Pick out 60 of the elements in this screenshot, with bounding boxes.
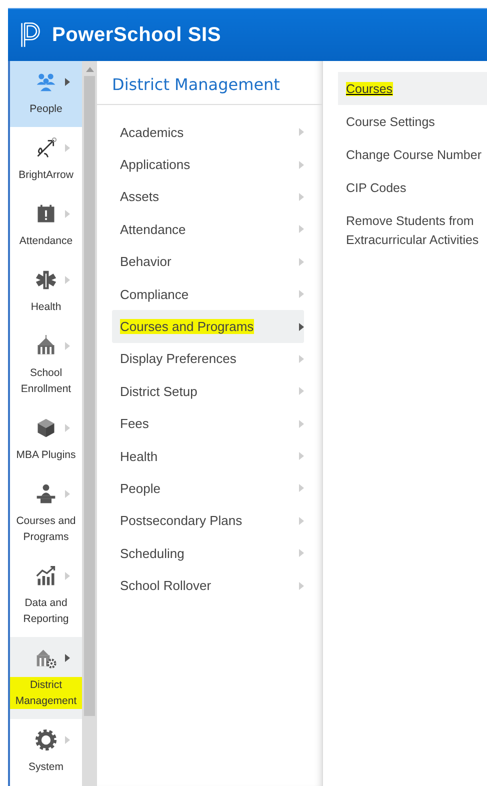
people-icon [34, 71, 56, 93]
scroll-thumb[interactable] [84, 76, 95, 716]
caret-icon [64, 342, 70, 350]
arrow-sketch-icon [34, 137, 56, 159]
caret-icon [299, 322, 304, 331]
menu-item[interactable]: Scheduling [112, 537, 304, 570]
menu-item[interactable]: Compliance [112, 278, 304, 310]
caret-icon [64, 572, 70, 580]
scrollbar[interactable] [82, 61, 97, 786]
nav-item[interactable]: District Management [10, 637, 82, 719]
menu-item[interactable]: Attendance [112, 213, 304, 246]
menu-item[interactable]: Academics [112, 116, 304, 148]
menu-item[interactable]: Courses and Programs [112, 310, 304, 343]
menu-item[interactable]: Postsecondary Plans [112, 504, 304, 538]
caret-icon [64, 210, 70, 218]
menu-item[interactable]: Assets [112, 180, 304, 214]
caret-icon [299, 549, 304, 558]
caret-icon [64, 144, 70, 152]
settings-icon [34, 729, 56, 751]
submenu-link[interactable]: Change Course Number [338, 138, 487, 171]
caret-icon [64, 736, 70, 744]
building-gear-icon [34, 647, 56, 669]
caret-icon [64, 490, 70, 498]
caret-icon [299, 290, 304, 298]
scroll-up-icon[interactable] [86, 67, 94, 72]
caret-icon [299, 582, 304, 590]
caret-icon [64, 654, 70, 662]
menu-item[interactable]: Display Preferences [112, 342, 304, 376]
caret-icon [299, 128, 304, 136]
caret-icon [64, 78, 70, 86]
caret-icon [64, 424, 70, 432]
submenu-link[interactable]: CIP Codes [338, 171, 487, 204]
caret-icon [299, 420, 304, 428]
app-title: PowerSchool SIS [52, 24, 221, 46]
menu-item[interactable]: Fees [112, 408, 304, 440]
menu-title: District Management [97, 61, 322, 105]
submenu-link[interactable]: Course Settings [338, 105, 487, 138]
caret-icon [299, 516, 304, 525]
caret-icon [299, 484, 304, 492]
bar-chart-icon [34, 565, 56, 587]
menu-item[interactable]: Applications [112, 148, 304, 181]
logo-icon [20, 21, 42, 49]
menu-item[interactable]: District Setup [112, 375, 304, 408]
caret-icon [299, 387, 304, 396]
menu-item[interactable]: Health [112, 440, 304, 472]
submenu-link[interactable]: Remove Students from Extracurricular Activities [338, 204, 487, 256]
caret-icon [299, 258, 304, 266]
nav-item[interactable]: People [10, 61, 82, 127]
caret-icon [299, 354, 304, 363]
medical-star-icon [34, 269, 56, 291]
caret-icon [64, 276, 70, 284]
caret-icon [299, 452, 304, 460]
caret-icon [299, 225, 304, 234]
caret-icon [299, 192, 304, 201]
caret-icon [299, 160, 304, 169]
menu-item[interactable]: School Rollover [112, 569, 304, 602]
speaker-podium-icon [34, 483, 56, 505]
menu-item[interactable]: Behavior [112, 246, 304, 278]
menu-item[interactable]: People [112, 472, 304, 505]
submenu-link[interactable]: Courses [338, 72, 487, 105]
